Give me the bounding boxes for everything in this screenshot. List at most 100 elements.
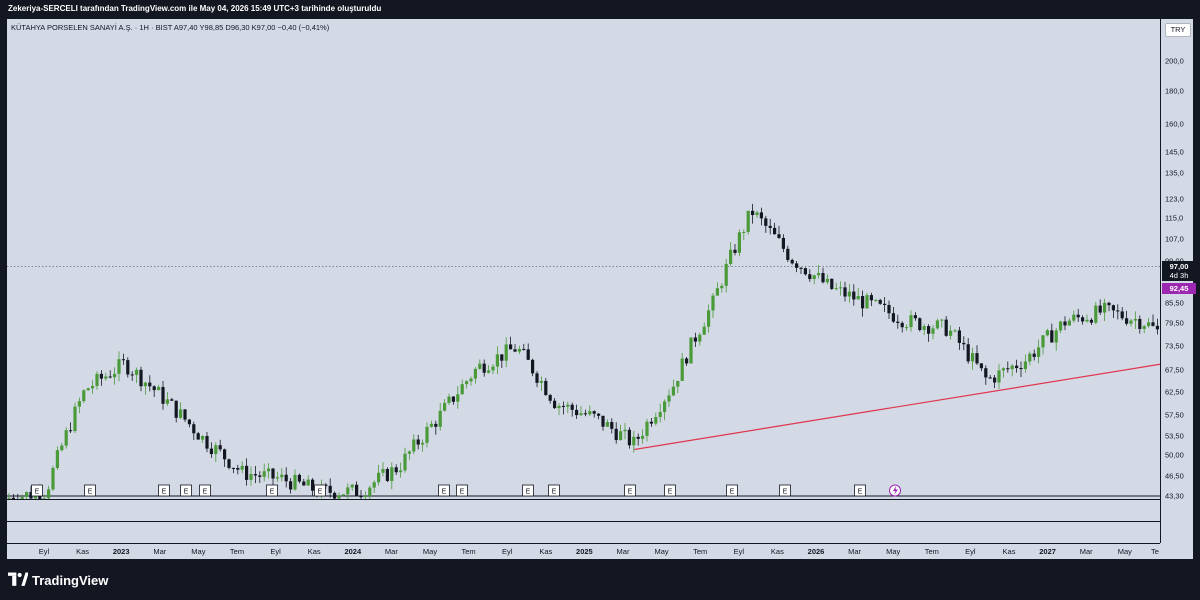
tradingview-logo[interactable]: TradingView bbox=[8, 572, 108, 588]
currency-badge[interactable]: TRY bbox=[1165, 23, 1191, 37]
candle-body bbox=[971, 353, 975, 362]
candle-body bbox=[258, 475, 262, 477]
candle-body bbox=[949, 330, 953, 336]
price-tick-label: 200,0 bbox=[1165, 56, 1184, 66]
candle-body bbox=[350, 484, 354, 488]
candle-body bbox=[1081, 317, 1085, 322]
candle-body bbox=[1063, 321, 1067, 326]
candle-body bbox=[328, 485, 332, 493]
candle-body bbox=[865, 295, 869, 309]
price-tick-label: 57,50 bbox=[1165, 410, 1184, 420]
candle-body bbox=[993, 377, 997, 383]
time-axis-label: Tem bbox=[693, 547, 708, 556]
candle-body bbox=[152, 386, 156, 391]
candle-body bbox=[597, 413, 601, 416]
candle-body bbox=[51, 467, 55, 490]
candle-body bbox=[161, 386, 165, 404]
candle-body bbox=[755, 212, 759, 216]
candle-body bbox=[196, 433, 200, 440]
chart-frame: 55,56%EEEEEEEEEEEEEEEE KÜTAHYA PORSELEN … bbox=[6, 18, 1196, 561]
candle-body bbox=[861, 296, 865, 309]
price-chart[interactable]: 55,56%EEEEEEEEEEEEEEEE bbox=[7, 19, 1160, 499]
candle-body bbox=[887, 304, 891, 314]
candle-body bbox=[1028, 353, 1032, 362]
earnings-marker-label: E bbox=[270, 489, 275, 496]
candle-body bbox=[205, 435, 209, 449]
candle-body bbox=[676, 380, 680, 387]
candle-body bbox=[874, 299, 878, 301]
candle-body bbox=[790, 259, 794, 264]
candle-body bbox=[746, 210, 750, 233]
tradingview-logo-icon bbox=[8, 572, 28, 586]
candle-body bbox=[346, 487, 350, 495]
candle-body bbox=[808, 274, 812, 280]
earnings-marker-label: E bbox=[35, 489, 40, 496]
candle-body bbox=[1023, 361, 1027, 370]
candle-body bbox=[165, 399, 169, 404]
earnings-marker-label: E bbox=[552, 489, 557, 496]
candle-body bbox=[689, 337, 693, 364]
candle-body bbox=[25, 492, 29, 497]
candle-body bbox=[729, 249, 733, 264]
candle-body bbox=[517, 348, 521, 352]
earnings-marker-label: E bbox=[628, 489, 633, 496]
candle-body bbox=[834, 288, 838, 290]
price-scale[interactable]: TRY 200,0 180,0 160,0 145,0 135,0 123,0 115,0 1… bbox=[1160, 19, 1196, 543]
candle-body bbox=[1059, 321, 1063, 331]
candle-body bbox=[592, 411, 596, 414]
candle-body bbox=[1107, 302, 1111, 306]
candle-body bbox=[1133, 318, 1137, 321]
time-axis[interactable]: Eyl Kas 2023 Mar May Tem Eyl Kas 2024 Mar May Tem Ey… bbox=[7, 543, 1160, 561]
time-axis-label: Kas bbox=[770, 547, 784, 556]
candle-body bbox=[214, 445, 218, 455]
price-tick-label: 85,50 bbox=[1165, 298, 1184, 308]
indicator-pane[interactable] bbox=[7, 499, 1160, 543]
candle-body bbox=[1151, 322, 1155, 326]
candle-body bbox=[535, 373, 539, 383]
candle-body bbox=[218, 445, 222, 450]
candle-body bbox=[394, 467, 398, 473]
candle-body bbox=[742, 232, 746, 234]
earnings-marker-label: E bbox=[442, 489, 447, 496]
candle-body bbox=[891, 313, 895, 322]
candle-body bbox=[878, 299, 882, 304]
time-axis-label: Tem bbox=[461, 547, 476, 556]
candle-body bbox=[1125, 318, 1129, 324]
candle-body bbox=[579, 413, 583, 416]
candle-body bbox=[1019, 368, 1023, 370]
time-axis-label: Mar bbox=[1079, 547, 1093, 556]
chart-pane[interactable]: 55,56%EEEEEEEEEEEEEEEE KÜTAHYA PORSELEN … bbox=[7, 19, 1160, 499]
candle-body bbox=[733, 249, 737, 253]
time-axis-label: May bbox=[422, 547, 438, 556]
price-tick-label: 67,50 bbox=[1165, 365, 1184, 375]
price-tick-label: 123,0 bbox=[1165, 194, 1184, 204]
candle-body bbox=[1054, 330, 1058, 343]
candle-body bbox=[667, 395, 671, 402]
earnings-marker-label: E bbox=[526, 489, 531, 496]
candle-body bbox=[605, 422, 609, 427]
candle-body bbox=[1041, 335, 1045, 348]
candle-body bbox=[355, 484, 359, 497]
candle-body bbox=[333, 492, 337, 499]
candle-body bbox=[539, 380, 543, 383]
time-axis-label: Te bbox=[1151, 547, 1159, 556]
candle-body bbox=[280, 474, 284, 478]
time-axis-label: 2027 bbox=[1039, 547, 1056, 556]
candle-body bbox=[473, 368, 477, 379]
candle-body bbox=[377, 472, 381, 483]
candle-body bbox=[1076, 314, 1080, 318]
price-tick-label: 73,50 bbox=[1165, 341, 1184, 351]
candle-body bbox=[447, 396, 451, 403]
candle-body bbox=[900, 322, 904, 328]
candle-body bbox=[429, 423, 433, 427]
candle-body bbox=[478, 363, 482, 369]
candle-body bbox=[1010, 365, 1014, 370]
candle-body bbox=[821, 273, 825, 283]
candle-body bbox=[1015, 365, 1019, 369]
candle-body bbox=[737, 232, 741, 253]
earnings-marker-label: E bbox=[668, 489, 673, 496]
price-tick-label: 135,0 bbox=[1165, 168, 1184, 178]
candle-body bbox=[649, 421, 653, 424]
candle-body bbox=[1072, 314, 1076, 321]
candle-body bbox=[104, 376, 108, 379]
